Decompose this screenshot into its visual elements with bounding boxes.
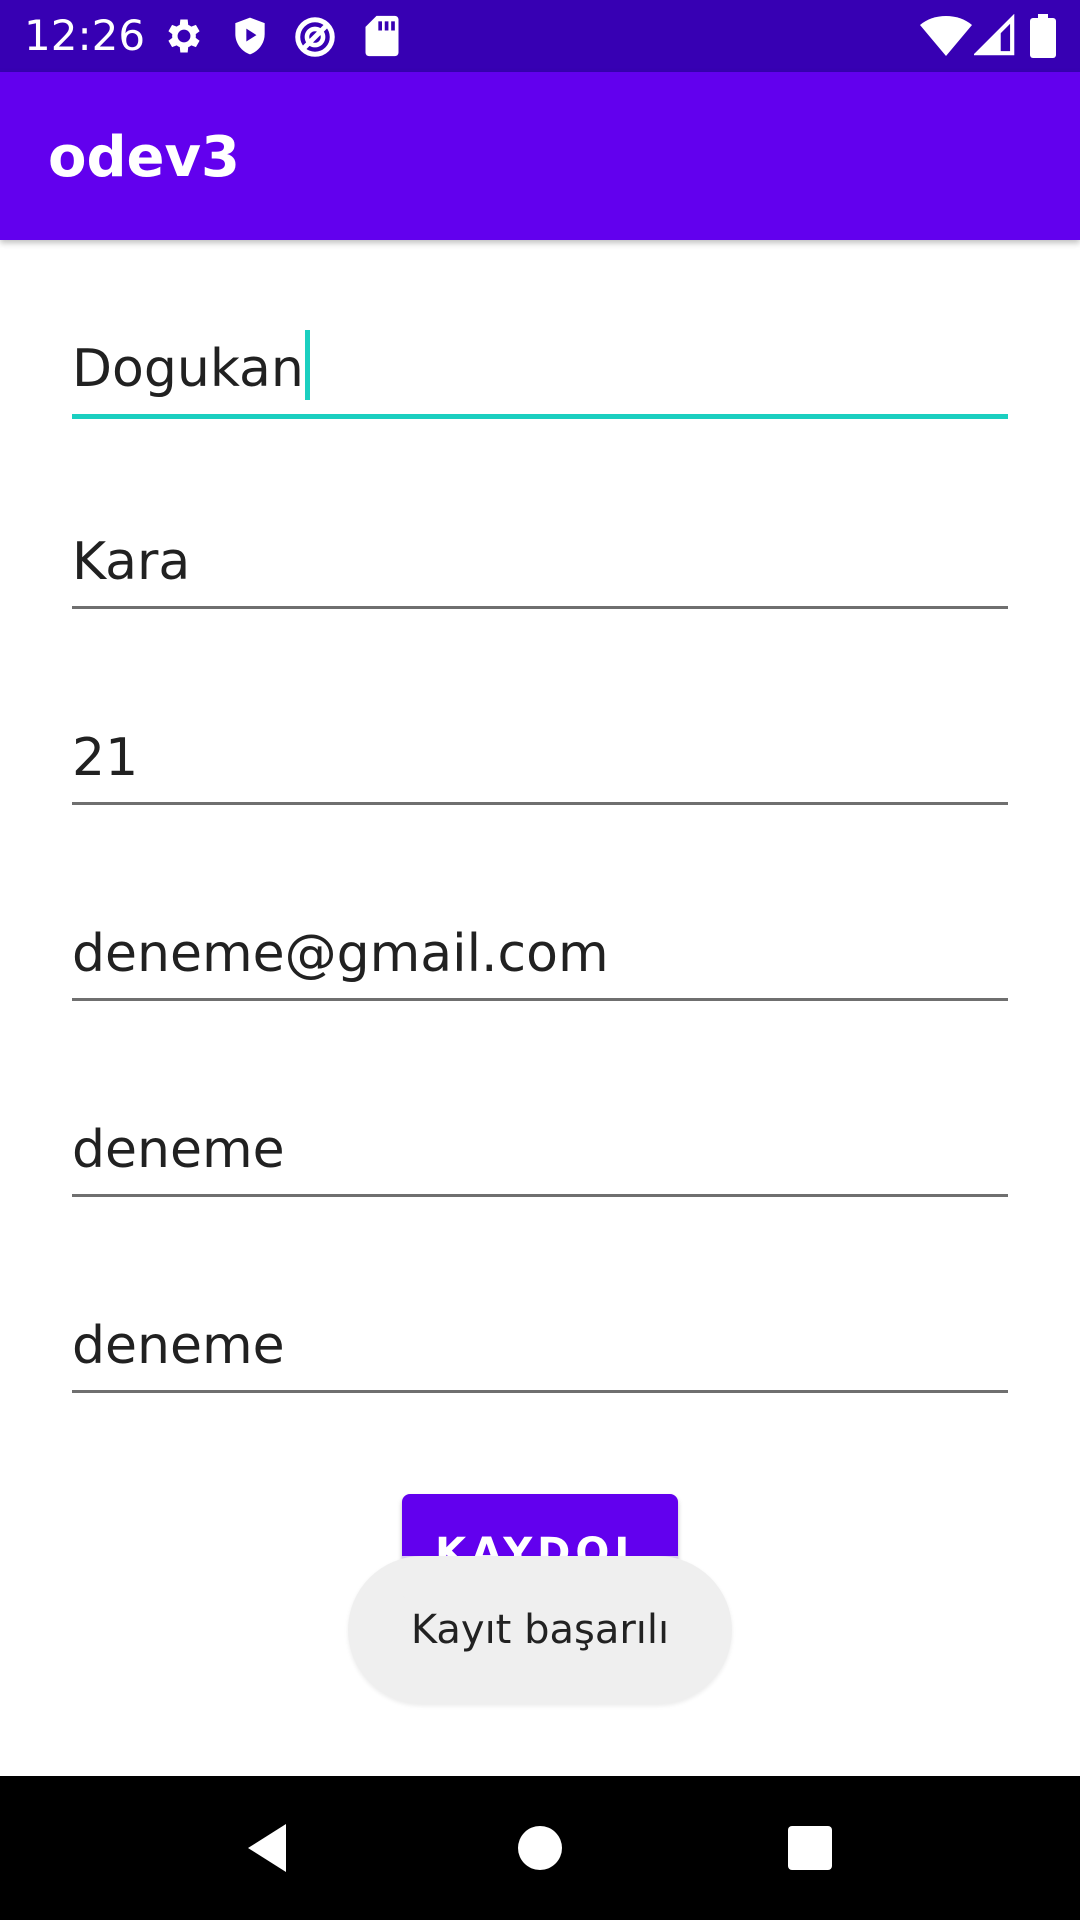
sd-card-icon — [365, 15, 399, 57]
status-time: 12:26 — [24, 11, 146, 60]
last-name-field[interactable]: Kara — [72, 516, 1008, 609]
email-value: deneme@gmail.com — [72, 924, 609, 984]
settings-icon — [168, 19, 200, 53]
username-field[interactable]: deneme — [72, 1104, 1008, 1197]
shield-icon — [235, 17, 265, 55]
email-field[interactable]: deneme@gmail.com — [72, 908, 1008, 1001]
first-name-field[interactable]: Dogukan — [72, 324, 1008, 419]
age-field[interactable]: 21 — [72, 712, 1008, 805]
wifi-icon — [920, 16, 972, 56]
recents-icon[interactable] — [782, 1820, 838, 1876]
home-icon[interactable] — [512, 1820, 568, 1876]
first-name-value: Dogukan — [72, 330, 310, 400]
last-name-value: Kara — [72, 532, 191, 592]
password-value: deneme — [72, 1316, 285, 1376]
sync-icon — [295, 17, 335, 57]
toast-overlay — [402, 1556, 678, 1600]
signal-icon — [974, 14, 1015, 56]
toast-message: Kayıt başarılı — [410, 1607, 670, 1653]
age-value: 21 — [72, 728, 139, 788]
app-bar: odev3 — [0, 72, 1080, 240]
back-icon[interactable] — [240, 1820, 296, 1876]
password-field[interactable]: deneme — [72, 1300, 1008, 1393]
battery-icon — [1030, 14, 1056, 58]
username-value: deneme — [72, 1120, 285, 1180]
status-bar: 12:26 — [0, 0, 1080, 72]
text-cursor — [304, 330, 310, 400]
nav-bar — [0, 1776, 1080, 1920]
app-title: odev3 — [48, 125, 241, 190]
